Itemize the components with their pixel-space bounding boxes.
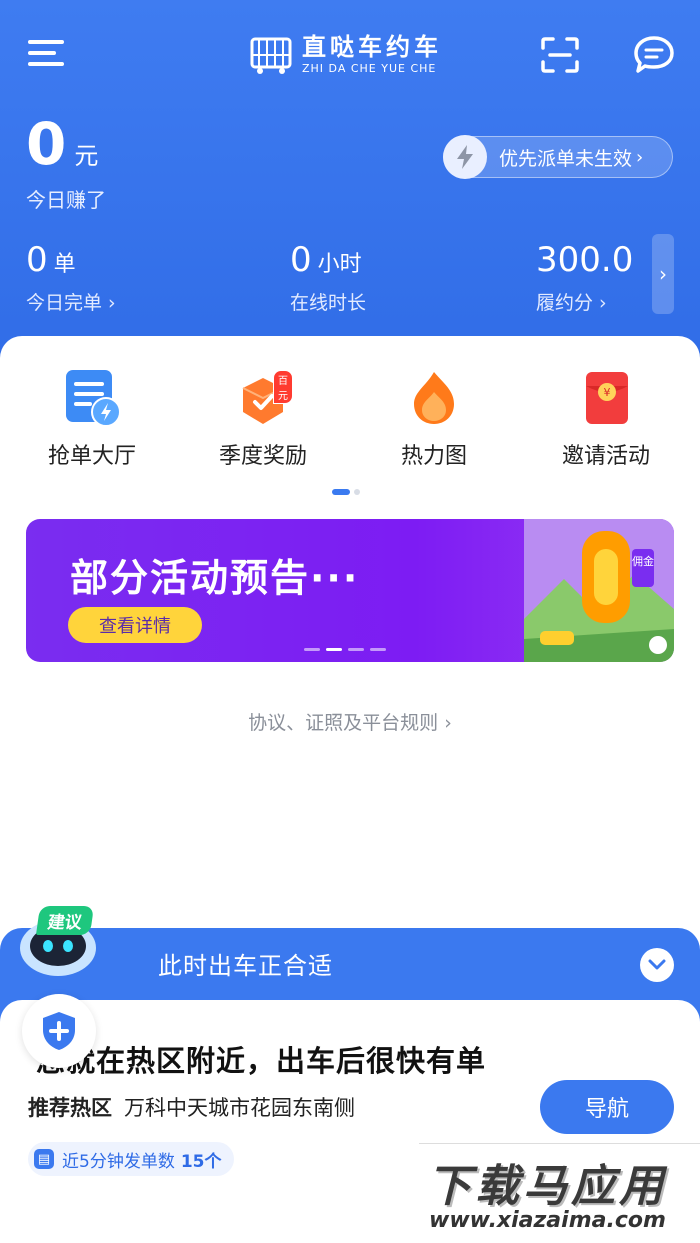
- menu-item-quarterly-reward[interactable]: 百元 季度奖励: [188, 368, 338, 470]
- pager-dot-active: [332, 489, 350, 495]
- chevron-right-icon: ›: [636, 146, 644, 168]
- order-hall-icon: [62, 368, 122, 428]
- message-icon[interactable]: [632, 34, 676, 76]
- app-logo: 直哒车约车 ZHI DA CHE YUE CHE: [248, 30, 442, 80]
- stats-more-button[interactable]: ›: [652, 234, 674, 314]
- reward-icon: 百元: [233, 368, 293, 428]
- stat-completed-orders[interactable]: 0单 今日完单 ›: [26, 238, 116, 315]
- stat-label: 在线时长: [290, 292, 367, 314]
- priority-label: 优先派单未生效: [499, 147, 633, 170]
- logo-title: 直哒车约车: [302, 33, 442, 61]
- scan-icon[interactable]: [540, 36, 580, 74]
- menu-item-invite[interactable]: ¥ 邀请活动: [531, 368, 681, 470]
- recent-orders-chip: ▤ 近5分钟发单数 15个: [28, 1142, 234, 1176]
- pager-dot: [348, 648, 364, 651]
- earnings-label: 今日赚了: [26, 188, 106, 212]
- menu-label: 邀请活动: [561, 444, 650, 469]
- shield-icon: [43, 1012, 75, 1050]
- menu-icon[interactable]: [28, 40, 64, 68]
- document-icon: ▤: [34, 1149, 54, 1169]
- collapse-button[interactable]: [640, 948, 674, 982]
- banner-title: 部分活动预告···: [70, 556, 360, 600]
- stat-label: 履约分 ›: [536, 292, 607, 314]
- stat-value: 0: [290, 240, 312, 280]
- stat-value: 0: [26, 240, 48, 280]
- orders-count: 15个: [180, 1151, 222, 1172]
- logo-subtitle: ZHI DA CHE YUE CHE: [302, 62, 437, 75]
- watermark-url: www.xiazaima.com: [429, 1208, 666, 1233]
- top-bar: 直哒车约车 ZHI DA CHE YUE CHE: [0, 22, 700, 86]
- bus-logo-icon: [250, 37, 292, 74]
- invite-icon: ¥: [576, 368, 636, 428]
- promo-banner[interactable]: 部分活动预告··· 查看详情 佣金: [26, 519, 674, 662]
- priority-dispatch-button[interactable]: 优先派单未生效 ›: [443, 135, 673, 179]
- stat-fulfillment-score[interactable]: 300.0 履约分 ›: [536, 238, 633, 315]
- svg-text:¥: ¥: [604, 386, 611, 399]
- suggestion-tag: 建议: [35, 906, 95, 935]
- safety-shield-button[interactable]: [22, 994, 96, 1068]
- pager-dot: [304, 648, 320, 651]
- stat-online-hours: 0 小时 在线时长: [290, 238, 366, 315]
- stat-unit: 小时: [317, 252, 362, 277]
- quick-menu: 抢单大厅 百元 季度奖励 热力图 ¥ 邀请活动: [0, 368, 700, 478]
- suggestion-title: 此时出车正合适: [158, 952, 333, 980]
- pager-dot-active: [326, 648, 342, 651]
- hotspot-value: 万科中天城市花园东南侧: [124, 1096, 355, 1120]
- watermark-main: 下载马应用: [427, 1161, 667, 1212]
- hotspot-headline: 您就在热区附近，出车后很快有单: [36, 1044, 487, 1078]
- menu-label: 季度奖励: [218, 444, 307, 469]
- stat-unit: 单: [53, 252, 76, 277]
- menu-pager: [332, 489, 360, 495]
- rules-link[interactable]: 协议、证照及平台规则 ›: [0, 708, 700, 735]
- stat-label: 今日完单 ›: [26, 292, 116, 314]
- menu-label: 抢单大厅: [47, 444, 136, 469]
- hotspot-row: 推荐热区 万科中天城市花园东南侧: [28, 1092, 355, 1122]
- pager-dot: [370, 648, 386, 651]
- pager-dot: [354, 489, 360, 495]
- banner-art-label: 佣金: [632, 554, 654, 568]
- hotspot-label: 推荐热区: [28, 1096, 112, 1120]
- orders-text: 近5分钟发单数: [62, 1151, 175, 1172]
- navigate-button[interactable]: 导航: [540, 1080, 674, 1134]
- stat-value: 300.0: [536, 240, 634, 280]
- menu-item-order-hall[interactable]: 抢单大厅: [17, 368, 167, 470]
- banner-pager: [304, 648, 386, 651]
- lightning-icon: [443, 135, 487, 179]
- reward-badge: 百元: [273, 370, 293, 404]
- zero-commission-art: 佣金: [524, 519, 674, 662]
- chevron-down-icon: [648, 959, 666, 970]
- heatmap-icon: [404, 368, 464, 428]
- today-earnings: 0元: [26, 112, 98, 176]
- menu-label: 热力图: [400, 444, 467, 469]
- earnings-unit: 元: [74, 142, 99, 170]
- watermark: 下载马应用 www.xiazaima.com: [419, 1143, 700, 1243]
- menu-item-heatmap[interactable]: 热力图: [359, 368, 509, 470]
- earnings-amount: 0: [26, 110, 67, 178]
- banner-details-button[interactable]: 查看详情: [68, 607, 202, 643]
